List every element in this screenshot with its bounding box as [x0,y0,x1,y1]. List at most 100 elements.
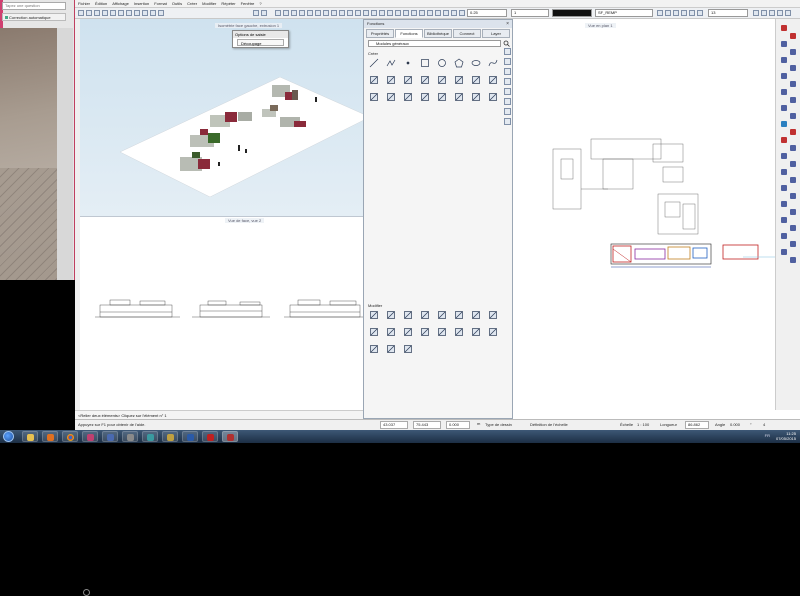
angle-dim-icon[interactable] [403,92,413,102]
layer-d-icon[interactable] [777,10,783,16]
right-tool-19-icon[interactable] [781,169,787,175]
pan-icon[interactable] [275,10,281,16]
scale-select[interactable]: 13 [708,9,748,17]
chamfer-icon[interactable] [403,310,413,320]
tab-connect[interactable]: Connect [453,29,481,38]
side-tool-8-icon[interactable] [504,118,511,125]
regen-icon[interactable] [299,10,305,16]
right-tool-12-icon[interactable] [790,113,796,119]
menu-outils[interactable]: Outils [172,1,182,6]
right-tool-25-icon[interactable] [781,217,787,223]
label-icon[interactable] [420,92,430,102]
surface-icon[interactable] [355,10,361,16]
layer-a-icon[interactable] [753,10,759,16]
viewport-isometric[interactable] [80,19,370,230]
color-select[interactable] [552,9,592,17]
menu-help[interactable]: ? [259,1,261,6]
layer-filter-icon[interactable] [689,10,695,16]
menu-repeter[interactable]: Répéter [221,1,235,6]
menu-affichage[interactable]: Affichage [112,1,129,6]
dimension-icon[interactable] [369,92,379,102]
layer-manage-icon[interactable] [427,10,433,16]
right-tool-4-icon[interactable] [790,49,796,55]
spline-icon[interactable] [488,58,498,68]
polygon-icon[interactable] [454,58,464,68]
find-icon[interactable] [158,10,164,16]
image-icon[interactable] [471,75,481,85]
taskbar-cad[interactable] [222,431,238,442]
measure-icon[interactable] [488,92,498,102]
taskbar-word[interactable] [182,431,198,442]
arc-icon[interactable] [403,75,413,85]
layer-color-icon[interactable] [681,10,687,16]
rectangle-icon[interactable] [420,58,430,68]
curve-icon[interactable] [386,75,396,85]
right-tool-15-icon[interactable] [781,137,787,143]
right-tool-1-icon[interactable] [781,25,787,31]
side-tool-7-icon[interactable] [504,108,511,115]
layer-c-icon[interactable] [769,10,775,16]
scale-icon[interactable] [471,327,481,337]
level-icon[interactable] [437,92,447,102]
menu-format[interactable]: Format [154,1,167,6]
hatch-icon[interactable] [420,75,430,85]
print-preview-icon[interactable] [395,10,401,16]
right-tool-9-icon[interactable] [781,89,787,95]
face-nav-icon[interactable] [83,589,90,596]
side-tool-3-icon[interactable] [504,68,511,75]
plot-icon[interactable] [411,10,417,16]
delete-segment-icon[interactable] [437,310,447,320]
mirror-icon[interactable] [420,327,430,337]
zoom-icon[interactable] [283,10,289,16]
tab-fonctions[interactable]: Fonctions [395,29,423,38]
line-style-icon[interactable] [443,10,449,16]
new-icon[interactable] [78,10,84,16]
line-icon[interactable] [369,58,379,68]
dim-line-icon[interactable] [386,92,396,102]
taskbar-app-teal[interactable] [142,431,158,442]
pen-settings-icon[interactable] [459,10,465,16]
side-tool-4-icon[interactable] [504,78,511,85]
table-icon[interactable] [471,92,481,102]
right-tool-6-icon[interactable] [790,65,796,71]
move-icon[interactable] [437,327,447,337]
taskbar-media-player[interactable] [42,431,58,442]
menu-creer[interactable]: Créer [187,1,197,6]
right-tool-8-icon[interactable] [790,81,796,87]
text-icon[interactable] [488,75,498,85]
right-tool-14-icon[interactable] [790,129,796,135]
right-tool-10-icon[interactable] [790,97,796,103]
undo-arrow-icon[interactable] [253,10,259,16]
split-icon[interactable] [403,327,413,337]
tab-proprietes[interactable]: Propriétés [366,29,394,38]
layer-freeze-icon[interactable] [673,10,679,16]
taskbar-chrome[interactable] [62,431,78,442]
divide-icon[interactable] [471,310,481,320]
sun-icon[interactable] [347,10,353,16]
tab-bibliotheque[interactable]: Bibliothèque [424,29,452,38]
side-tool-1-icon[interactable] [504,48,511,55]
right-tool-30-icon[interactable] [790,257,796,263]
tab-layer[interactable]: Layer [482,29,510,38]
taskbar-app-grey[interactable] [122,431,138,442]
layer-e-icon[interactable] [785,10,791,16]
redo-arrow-icon[interactable] [261,10,267,16]
right-tool-23-icon[interactable] [781,201,787,207]
fill-icon[interactable] [437,75,447,85]
command-line[interactable]: <Relier deux éléments> Cliquez sur l'élé… [75,410,363,419]
scale-definition-button[interactable]: Définition de l'échelle [530,421,568,429]
view-icon[interactable] [315,10,321,16]
redo-icon[interactable] [150,10,156,16]
paste-icon[interactable] [126,10,132,16]
export-icon[interactable] [419,10,425,16]
right-tool-13-icon[interactable] [781,121,787,127]
viewport-front[interactable] [80,216,363,596]
photo-canvas[interactable] [0,28,57,280]
menu-edition[interactable]: Édition [95,1,107,6]
pen-icon[interactable] [435,10,441,16]
section-icon[interactable] [323,10,329,16]
right-tool-11-icon[interactable] [781,105,787,111]
right-tool-7-icon[interactable] [781,73,787,79]
grid-icon[interactable] [454,92,464,102]
menu-fenetre[interactable]: Fenêtre [241,1,255,6]
